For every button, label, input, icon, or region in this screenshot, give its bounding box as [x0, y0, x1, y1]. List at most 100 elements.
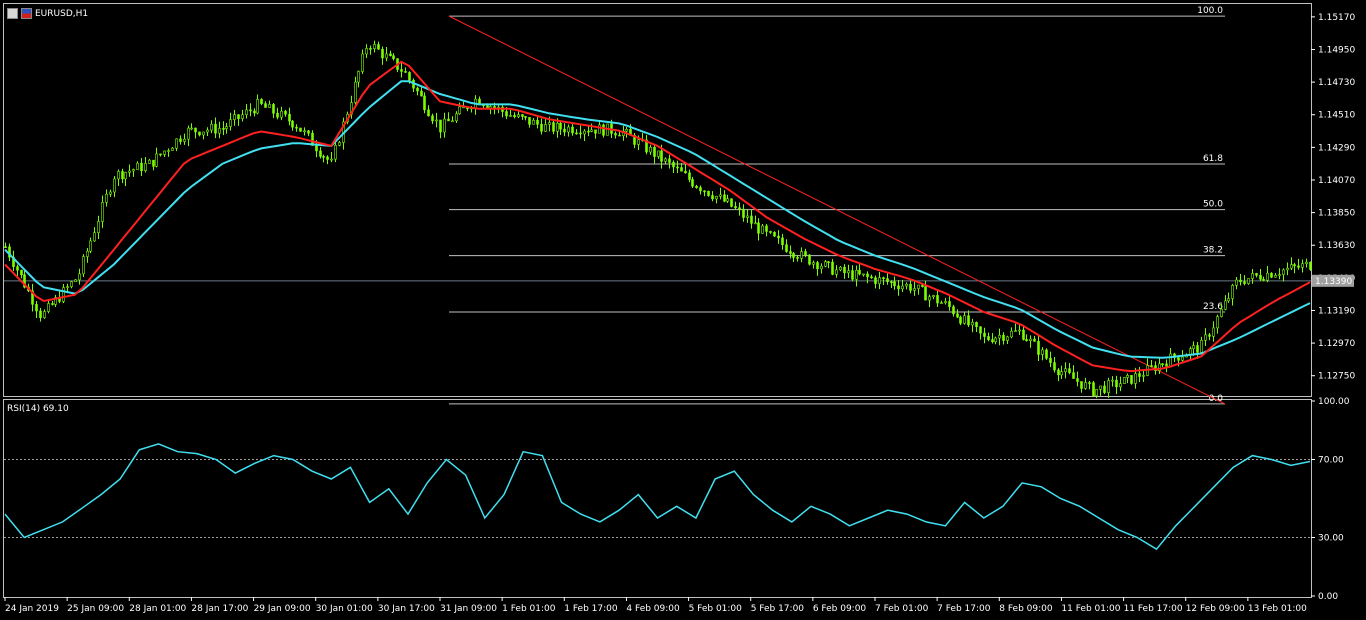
price-tick-label: 1.14510	[1318, 111, 1355, 121]
candle-body	[676, 166, 679, 169]
candle-body	[940, 302, 943, 305]
candle-body	[105, 193, 108, 203]
candle-body	[1029, 338, 1032, 342]
candle-body	[614, 133, 617, 136]
candle-body	[1165, 363, 1168, 367]
candle-body	[1169, 353, 1172, 367]
candle-body	[1045, 349, 1048, 359]
candle-body	[1255, 273, 1258, 276]
candle-body	[936, 295, 939, 304]
candle-body	[233, 114, 236, 120]
candle-body	[291, 120, 294, 128]
candle-body	[897, 285, 900, 290]
candle-body	[155, 153, 158, 167]
x-tick-label: 1 Feb 17:00	[564, 604, 618, 614]
rsi-label: RSI(14) 69.10	[7, 404, 69, 414]
candle-body	[307, 130, 310, 134]
candle-body	[695, 185, 698, 188]
candle-body	[338, 142, 341, 146]
candle-body	[672, 162, 675, 168]
x-tick-label: 4 Feb 09:00	[626, 604, 680, 614]
candle-body	[1119, 383, 1122, 388]
candle-body	[723, 194, 726, 202]
candle-body	[971, 322, 974, 326]
candle-body	[579, 132, 582, 135]
x-tick-label: 7 Feb 17:00	[937, 604, 991, 614]
candle-body	[590, 129, 593, 132]
candle-body	[979, 326, 982, 334]
candle-body	[956, 313, 959, 318]
rsi-tick-label: 30.00	[1318, 534, 1344, 544]
candle-body	[148, 159, 151, 164]
x-tick-label: 24 Jan 2019	[5, 604, 59, 614]
candle-body	[858, 269, 861, 275]
candle-body	[773, 231, 776, 237]
candle-body	[132, 169, 135, 172]
candle-body	[567, 126, 570, 133]
candle-body	[420, 90, 423, 97]
chart-canvas[interactable]: 100.061.850.038.223.60.0 1.151701.149501…	[0, 0, 1366, 620]
candle-body	[563, 128, 566, 133]
candle-body	[886, 278, 889, 282]
candle-body	[878, 277, 881, 284]
candle-body	[890, 281, 893, 283]
candle-body	[1247, 278, 1250, 284]
candle-body	[319, 150, 322, 157]
candle-body	[932, 295, 935, 298]
x-tick-label: 30 Jan 17:00	[378, 604, 435, 614]
candle-body	[602, 124, 605, 136]
candle-body	[276, 112, 279, 118]
x-tick-label: 7 Feb 01:00	[875, 604, 929, 614]
candle-body	[1227, 298, 1230, 302]
candle-body	[97, 221, 100, 233]
candle-body	[447, 118, 450, 122]
candle-body	[225, 126, 228, 129]
candle-body	[839, 266, 842, 271]
candle-body	[1084, 382, 1087, 389]
candle-body	[1204, 334, 1207, 341]
candle-body	[668, 158, 671, 163]
candle-body	[653, 147, 656, 157]
candle-body	[299, 127, 302, 132]
candle-body	[948, 301, 951, 307]
rsi-tick-label: 100.00	[1318, 397, 1350, 407]
candle-body	[183, 138, 186, 142]
price-tick-label: 1.15170	[1318, 13, 1355, 23]
candle-body	[206, 129, 209, 133]
fib-level-label: 61.8	[1203, 154, 1223, 164]
candle-body	[598, 124, 601, 134]
candle-body	[404, 71, 407, 73]
candle-body	[540, 124, 543, 132]
candle-body	[847, 270, 850, 274]
candle-body	[222, 128, 225, 130]
candle-body	[408, 72, 411, 81]
price-tick-label: 1.12970	[1318, 339, 1355, 349]
candle-body	[443, 118, 446, 133]
candle-body	[1181, 356, 1184, 361]
candle-body	[909, 283, 912, 291]
candle-body	[1243, 281, 1246, 284]
candle-body	[187, 127, 190, 140]
candle-body	[928, 296, 931, 301]
candle-body	[660, 150, 663, 162]
candle-body	[159, 153, 162, 156]
candle-body	[726, 198, 729, 202]
fib-level-label: 50.0	[1203, 200, 1223, 210]
candle-body	[1134, 373, 1137, 384]
candle-body	[1235, 279, 1238, 286]
candle-body	[392, 55, 395, 59]
candle-body	[20, 269, 23, 276]
candle-body	[140, 162, 143, 172]
candle-body	[381, 48, 384, 59]
candle-body	[1076, 378, 1079, 382]
candle-body	[431, 115, 434, 122]
candle-body	[365, 48, 368, 55]
candle-body	[435, 119, 438, 122]
candle-body	[1177, 357, 1180, 361]
candle-body	[214, 123, 217, 134]
candle-body	[190, 127, 193, 130]
candle-body	[1208, 334, 1211, 337]
candle-body	[730, 198, 733, 207]
candle-body	[831, 261, 834, 275]
rsi-tick-label: 70.00	[1318, 456, 1344, 466]
